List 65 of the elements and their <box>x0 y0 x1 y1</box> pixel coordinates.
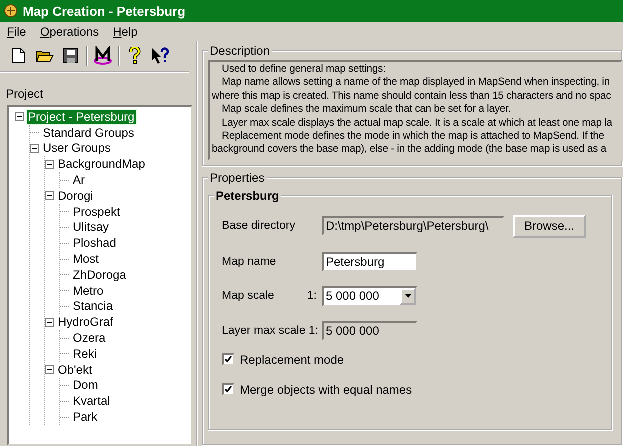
tree-item[interactable]: HydroGraf <box>57 315 114 330</box>
toolbar-button[interactable] <box>150 45 172 67</box>
tree-item[interactable]: Metro <box>72 284 105 298</box>
tree-item[interactable]: User Groups <box>42 141 112 156</box>
tree-item[interactable]: Prospekt <box>72 204 122 219</box>
field-label: Base directory <box>222 220 297 232</box>
layer-max-scale-field[interactable]: 5 000 000 <box>322 320 418 341</box>
tree-item[interactable]: Park <box>72 410 99 424</box>
checkbox[interactable] <box>222 383 235 396</box>
checkbox[interactable] <box>222 353 235 366</box>
tree-item[interactable]: Ozera <box>72 331 107 346</box>
map-scale-dropdown[interactable]: 5 000 000 <box>322 286 418 307</box>
tree-item[interactable]: BackgroundMap <box>57 157 146 172</box>
field-label: Map name <box>222 256 278 268</box>
logo-icon <box>93 46 113 66</box>
tree-item[interactable]: Ulitsay <box>72 220 110 234</box>
description-line: Map scale defines the maximum scale that can be set for a layer. <box>221 103 512 117</box>
tree-item[interactable]: Ar <box>72 173 86 188</box>
checkbox-label: Merge objects with equal names <box>240 382 412 397</box>
collapse-icon[interactable] <box>15 112 24 122</box>
collapse-icon[interactable] <box>30 144 39 153</box>
app-icon <box>3 3 19 19</box>
description-line: Used to define general map settings: <box>221 63 387 76</box>
collapse-icon[interactable] <box>45 191 54 200</box>
pointer-question-icon <box>151 47 171 65</box>
check-icon <box>225 386 232 394</box>
window-title: Map Creation - Petersburg <box>23 4 186 18</box>
collapse-icon[interactable] <box>45 365 54 374</box>
new-document-icon <box>12 48 26 64</box>
map-name-field[interactable]: Petersburg <box>322 252 418 272</box>
base-directory-field[interactable]: D:\tmp\Petersburg\Petersburg\ <box>322 216 505 236</box>
tree-item[interactable]: Ploshad <box>72 236 118 250</box>
menu-item[interactable]: Help <box>108 24 143 38</box>
menu-item[interactable]: File <box>2 24 32 38</box>
description-line: background covers the base map), else - in the adding mode (the base map is used as a <box>212 143 608 157</box>
tree-item[interactable]: Stancia <box>72 299 114 314</box>
collapse-icon[interactable] <box>45 160 54 169</box>
menu-item[interactable]: Operations <box>35 24 104 38</box>
tree-item[interactable]: Kvartal <box>72 394 112 408</box>
group-title: Description <box>209 44 272 58</box>
question-mark-icon <box>129 47 141 65</box>
tree-item[interactable]: Project - Petersburg <box>27 110 136 124</box>
description-line: Replacement mode defines the mode in which the map is attached to MapSend. If the <box>221 130 606 144</box>
tree-item[interactable]: Most <box>72 252 100 266</box>
group-title: Properties <box>209 170 266 185</box>
group-title: Petersburg <box>215 188 280 203</box>
tree-item[interactable]: Standard Groups <box>42 126 136 140</box>
check-icon <box>225 356 232 364</box>
checkbox-label: Replacement mode <box>240 352 344 367</box>
toolbar-button[interactable] <box>92 45 114 67</box>
field-label: Layer max scale 1: <box>222 324 320 337</box>
tree-item[interactable]: Dom <box>72 378 100 392</box>
browse-button[interactable]: Browse... <box>513 214 586 238</box>
dropdown-arrow-icon <box>404 294 412 298</box>
description-line: where this map is created. This name should contain less than 15 characters and no spac <box>212 90 612 104</box>
tree-item[interactable]: Dorogi <box>57 188 94 203</box>
tree-item[interactable]: Ob'ekt <box>57 362 94 377</box>
tree-item[interactable]: ZhDoroga <box>72 268 128 282</box>
scale-prefix: 1: <box>307 290 317 302</box>
collapse-icon[interactable] <box>45 318 54 327</box>
tree-item[interactable]: Reki <box>72 346 98 361</box>
field-label: Map scale <box>222 290 274 302</box>
pane-label: Project <box>6 87 44 101</box>
description-line: Layer max scale displays the actual map scale. It is a scale at which at least one map la <box>221 116 614 130</box>
description-line: Map name allows setting a name of the map displayed in MapSend when inspecting, in <box>221 76 611 90</box>
